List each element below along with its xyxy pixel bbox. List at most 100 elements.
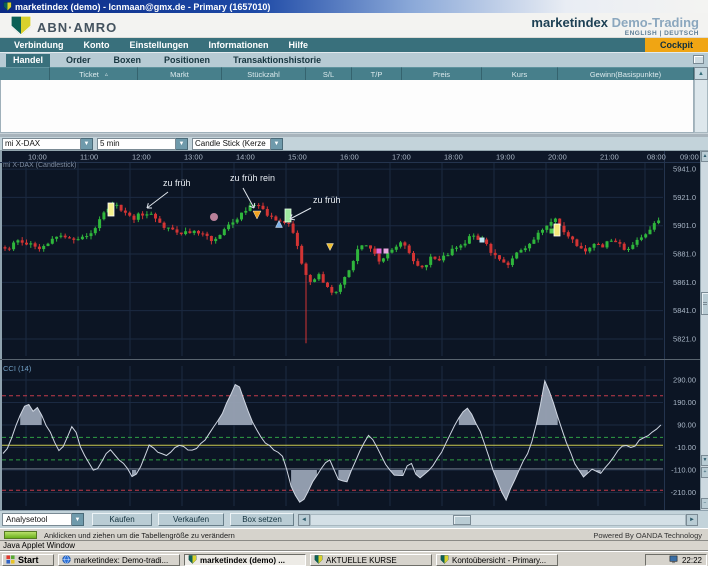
chevron-down-icon[interactable]: ▼: [72, 513, 84, 526]
tab-handel[interactable]: Handel: [6, 54, 50, 67]
trade-toolbar: Analysetool ▼ Kaufen Verkaufen Box setze…: [0, 510, 708, 528]
svg-text:11:00: 11:00: [80, 153, 98, 162]
price-chart-canvas[interactable]: 10:0011:0012:0013:0014:0015:0016:0017:00…: [0, 151, 700, 510]
svg-text:5841.0: 5841.0: [673, 306, 696, 315]
shield-icon: [188, 555, 197, 566]
column-header-markt[interactable]: Markt: [138, 67, 222, 80]
svg-text:-210.00: -210.00: [671, 488, 696, 497]
svg-text:-10.00: -10.00: [675, 443, 696, 452]
column-header-s-l[interactable]: S/L: [306, 67, 352, 80]
panel-restore-icon[interactable]: [693, 55, 704, 64]
taskbar-task-konto-bersicht-primary[interactable]: Kontoübersicht - Primary...: [436, 554, 558, 566]
svg-text:-110.00: -110.00: [671, 465, 696, 474]
cockpit-button[interactable]: Cockpit: [645, 38, 708, 52]
tab-transaktionshistorie[interactable]: Transaktionshistorie: [226, 54, 328, 67]
chart-panel: 10:0011:0012:0013:0014:0015:0016:0017:00…: [0, 151, 700, 510]
chart-type-select[interactable]: Candle Stick (Kerze ▼: [192, 138, 283, 150]
svg-text:90.00: 90.00: [677, 420, 696, 429]
taskbar-task-aktuelle-kurse[interactable]: AKTUELLE KURSE: [310, 554, 432, 566]
menu-hilfe[interactable]: Hilfe: [289, 40, 309, 50]
svg-text:12:00: 12:00: [132, 153, 151, 162]
svg-text:09:00: 09:00: [680, 153, 699, 162]
taskbar-task-marketindex-demo[interactable]: marketindex (demo) ...: [184, 554, 306, 566]
svg-text:zu früh: zu früh: [313, 195, 341, 205]
chart-scroll-down-button[interactable]: ▼: [701, 455, 708, 466]
chevron-down-icon[interactable]: ▼: [176, 138, 188, 150]
chart-zoom-out-button[interactable]: −: [701, 498, 708, 509]
chart-scroll-up-button[interactable]: ▲: [701, 151, 708, 162]
svg-text:5901.0: 5901.0: [673, 221, 696, 230]
svg-text:zu früh: zu früh: [163, 178, 191, 188]
symbol-select-value[interactable]: mi X-DAX: [2, 138, 81, 150]
column-header-st-ckzahl[interactable]: Stückzahl: [222, 67, 306, 80]
window-title: marketindex (demo) - lcnmaan@gmx.de - Pr…: [15, 2, 270, 12]
table-scroll-up-button[interactable]: ▲: [694, 67, 708, 80]
orders-table-body[interactable]: [0, 80, 694, 133]
chevron-down-icon[interactable]: ▼: [271, 138, 283, 150]
system-tray: 22:22: [645, 554, 707, 566]
java-applet-warning-bar: Java Applet Window: [0, 540, 708, 551]
svg-text:10:00: 10:00: [28, 153, 47, 162]
menu-informationen[interactable]: Informationen: [209, 40, 269, 50]
taskbar-task-marketindex-demo-tradi[interactable]: marketindex: Demo-tradi...: [58, 554, 180, 566]
analysetool-select[interactable]: Analysetool ▼: [2, 513, 84, 526]
interval-select-value[interactable]: 5 min: [97, 138, 176, 150]
svg-text:20:00: 20:00: [548, 153, 567, 162]
globe-icon: [62, 555, 71, 566]
menu-einstellungen[interactable]: Einstellungen: [130, 40, 189, 50]
column-header-gewinn-basispunkte[interactable]: Gewinn(Basispunkte): [558, 67, 694, 80]
chart-horizontal-scrollbar[interactable]: [310, 514, 686, 526]
svg-text:14:00: 14:00: [236, 153, 255, 162]
svg-text:mi X-DAX (Candlestick): mi X-DAX (Candlestick): [3, 162, 77, 169]
svg-text:5941.0: 5941.0: [673, 165, 696, 174]
chart-scrollbar-thumb[interactable]: [701, 292, 708, 315]
chart-vertical-scrollbar[interactable]: ▲ ▼ + −: [700, 151, 708, 510]
taskbar-clock[interactable]: 22:22: [682, 556, 702, 565]
tab-positionen[interactable]: Positionen: [157, 54, 217, 67]
marketindex-logo: marketindex Demo-Trading: [531, 15, 699, 30]
svg-text:290.00: 290.00: [673, 375, 696, 384]
svg-text:18:00: 18:00: [444, 153, 463, 162]
tab-order[interactable]: Order: [59, 54, 98, 67]
column-header-ticket[interactable]: Ticket▵: [50, 67, 138, 80]
chevron-down-icon[interactable]: ▼: [81, 138, 93, 150]
marketindex-logo-text: marketindex: [531, 15, 608, 30]
interval-select[interactable]: 5 min ▼: [97, 138, 188, 150]
analysetool-select-value[interactable]: Analysetool: [2, 513, 72, 526]
chart-zoom-in-button[interactable]: +: [701, 467, 708, 478]
menu-bar: Verbindung Konto Einstellungen Informatione…: [0, 38, 645, 52]
svg-text:19:00: 19:00: [496, 153, 515, 162]
chart-hscrollbar-thumb[interactable]: [453, 515, 471, 525]
chart-toolbar: mi X-DAX ▼ 5 min ▼ Candle Stick (Kerze ▼: [0, 137, 708, 151]
window-titlebar[interactable]: marketindex (demo) - lcnmaan@gmx.de - Pr…: [0, 0, 708, 13]
application-window: marketindex (demo) - lcnmaan@gmx.de - Pr…: [0, 0, 708, 566]
svg-text:5881.0: 5881.0: [673, 250, 696, 259]
tab-boxen[interactable]: Boxen: [107, 54, 149, 67]
language-switch[interactable]: ENGLISH | DEUTSCH: [625, 30, 699, 37]
symbol-select[interactable]: mi X-DAX ▼: [2, 138, 93, 150]
powered-by-text: Powered By OANDA Technology: [593, 531, 702, 540]
column-header-blank[interactable]: [0, 67, 50, 80]
column-header-kurs[interactable]: Kurs: [482, 67, 558, 80]
resize-grip-swatch[interactable]: [4, 531, 37, 539]
set-box-button[interactable]: Box setzen: [230, 513, 294, 526]
svg-text:15:00: 15:00: [288, 153, 307, 162]
column-header-preis[interactable]: Preis: [402, 67, 482, 80]
menu-verbindung[interactable]: Verbindung: [14, 40, 64, 50]
applet-status-bar: Anklicken und ziehen um die Tabellengröß…: [0, 528, 708, 540]
buy-button[interactable]: Kaufen: [92, 513, 152, 526]
sell-button[interactable]: Verkaufen: [158, 513, 224, 526]
chart-scroll-left-button[interactable]: ◄: [298, 514, 310, 526]
svg-text:13:00: 13:00: [184, 153, 203, 162]
branding-header: ABN·AMRO marketindex Demo-Trading ENGLIS…: [0, 13, 708, 38]
chart-scroll-right-button[interactable]: ►: [686, 514, 698, 526]
table-vertical-scrollbar[interactable]: [694, 80, 708, 133]
chart-type-select-value[interactable]: Candle Stick (Kerze: [192, 138, 271, 150]
network-monitor-icon[interactable]: [669, 555, 678, 566]
demo-trading-text: Demo-Trading: [608, 15, 699, 30]
resize-hint-text: Anklicken und ziehen um die Tabellengröß…: [44, 531, 235, 540]
column-header-t-p[interactable]: T/P: [352, 67, 402, 80]
menu-konto[interactable]: Konto: [84, 40, 110, 50]
svg-text:190.00: 190.00: [673, 398, 696, 407]
abn-amro-wordmark: ABN·AMRO: [37, 20, 117, 35]
